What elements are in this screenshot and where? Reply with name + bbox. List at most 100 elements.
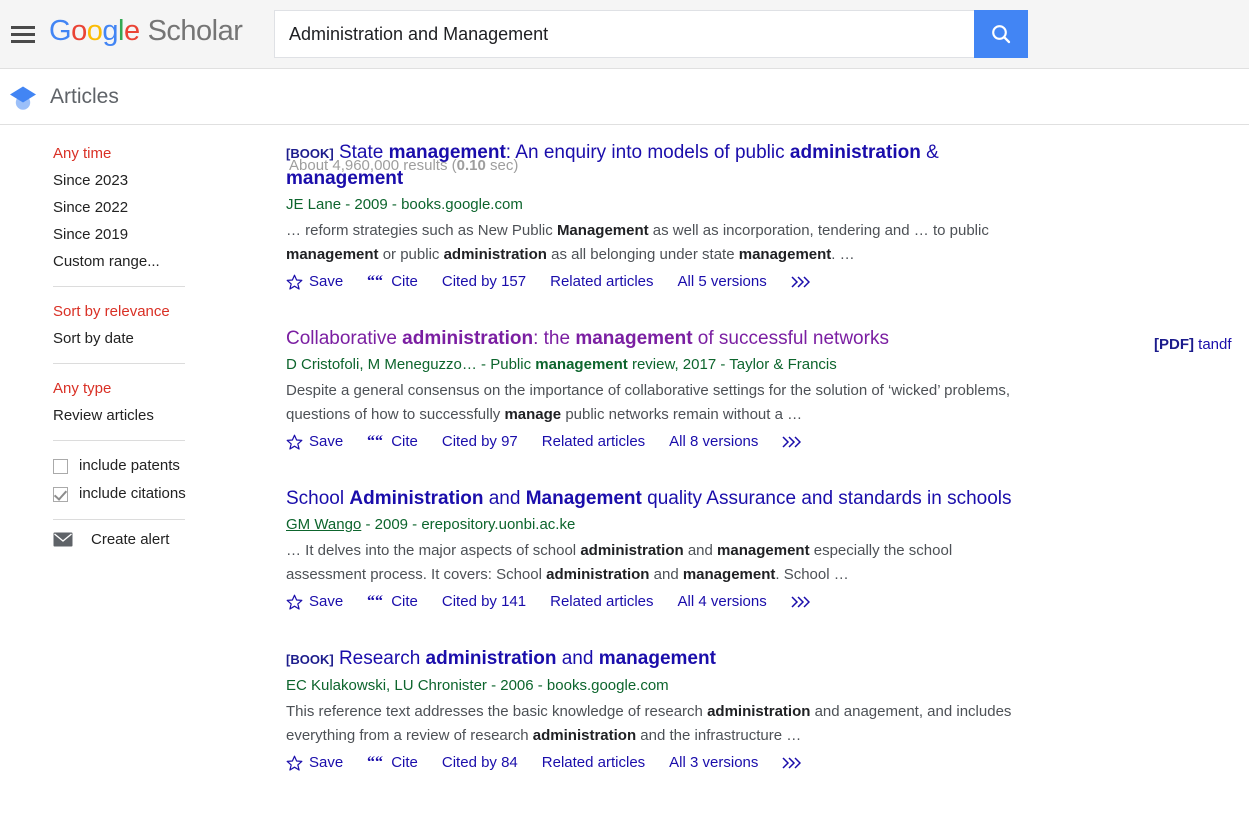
cite-link[interactable]: ““Cite bbox=[367, 272, 418, 292]
google-scholar-logo[interactable]: GoogleScholar bbox=[49, 16, 242, 46]
result-snippet: … reform strategies such as New Public M… bbox=[286, 219, 1031, 267]
star-icon bbox=[286, 755, 303, 772]
checkbox-row-1[interactable]: include citations bbox=[0, 480, 270, 508]
result-title-link[interactable]: School Administration and Management qua… bbox=[286, 486, 1031, 511]
logo-letter-e: e bbox=[124, 15, 140, 47]
time-filter-group: Any timeSince 2023Since 2022Since 2019Cu… bbox=[0, 140, 270, 275]
save-link[interactable]: Save bbox=[286, 272, 343, 292]
more-actions-icon[interactable] bbox=[791, 595, 810, 609]
cited-by-link[interactable]: Cited by 84 bbox=[442, 753, 518, 773]
logo-letter-g2: g bbox=[102, 15, 118, 47]
sidebar-divider bbox=[53, 519, 185, 520]
svg-text:““: ““ bbox=[367, 594, 383, 610]
search-results-list: [BOOK] State management: An enquiry into… bbox=[286, 140, 1031, 807]
checkbox-row-0[interactable]: include patents bbox=[0, 452, 270, 480]
time-filter-2[interactable]: Since 2022 bbox=[53, 194, 270, 221]
result-title-link[interactable]: [BOOK] State management: An enquiry into… bbox=[286, 140, 1031, 191]
search-button[interactable] bbox=[974, 10, 1028, 58]
sort-filter-1[interactable]: Sort by date bbox=[53, 325, 270, 352]
search-icon bbox=[989, 22, 1013, 46]
type-filter-0[interactable]: Any type bbox=[53, 375, 270, 402]
hamburger-bar bbox=[11, 40, 35, 43]
result-actions: Save ““Cite Cited by 84 Related articles All… bbox=[286, 753, 1031, 773]
tab-articles-label: Articles bbox=[50, 83, 119, 111]
logo-letter-g: G bbox=[49, 15, 71, 47]
more-actions-icon[interactable] bbox=[782, 435, 801, 449]
search-result-0: [BOOK] State management: An enquiry into… bbox=[286, 140, 1031, 292]
checkbox-label: include patents bbox=[79, 452, 180, 480]
save-link[interactable]: Save bbox=[286, 432, 343, 452]
related-articles-link[interactable]: Related articles bbox=[542, 432, 645, 452]
result-title-link[interactable]: Collaborative administration: the manage… bbox=[286, 326, 1031, 351]
quote-icon: ““ bbox=[367, 755, 385, 771]
cite-link[interactable]: ““Cite bbox=[367, 753, 418, 773]
result-snippet: This reference text addresses the basic … bbox=[286, 700, 1031, 748]
result-authors-source: JE Lane - 2009 - books.google.com bbox=[286, 194, 1031, 215]
time-filter-3[interactable]: Since 2019 bbox=[53, 221, 270, 248]
star-icon bbox=[286, 274, 303, 291]
sort-filter-group: Sort by relevanceSort by date bbox=[0, 298, 270, 352]
all-versions-link[interactable]: All 5 versions bbox=[678, 272, 767, 292]
result-authors-source: GM Wango - 2009 - erepository.uonbi.ac.k… bbox=[286, 514, 1031, 535]
more-actions-icon[interactable] bbox=[782, 756, 801, 770]
search-input[interactable] bbox=[274, 10, 974, 58]
result-authors-source: EC Kulakowski, LU Chronister - 2006 - bo… bbox=[286, 675, 1031, 696]
page-header: GoogleScholar bbox=[0, 0, 1249, 69]
type-filter-1[interactable]: Review articles bbox=[53, 402, 270, 429]
envelope-icon bbox=[53, 532, 73, 547]
filters-sidebar: Any timeSince 2023Since 2022Since 2019Cu… bbox=[0, 140, 270, 548]
create-alert-button[interactable]: Create alert bbox=[0, 531, 270, 548]
tab-articles[interactable]: Articles bbox=[8, 83, 119, 111]
svg-text:““: ““ bbox=[367, 434, 383, 450]
logo-scholar-word: Scholar bbox=[148, 15, 243, 47]
sidebar-divider bbox=[53, 286, 185, 287]
result-authors-source: D Cristofoli, M Meneguzzo… - Public mana… bbox=[286, 354, 1031, 375]
save-link[interactable]: Save bbox=[286, 592, 343, 612]
cited-by-link[interactable]: Cited by 97 bbox=[442, 432, 518, 452]
related-articles-link[interactable]: Related articles bbox=[542, 753, 645, 773]
related-articles-link[interactable]: Related articles bbox=[550, 592, 653, 612]
checkbox-checked-icon[interactable] bbox=[53, 487, 68, 502]
pdf-label: [PDF] bbox=[1154, 336, 1194, 353]
hamburger-bar bbox=[11, 33, 35, 36]
search-result-3: [BOOK] Research administration and manag… bbox=[286, 646, 1031, 773]
result-snippet: Despite a general consensus on the impor… bbox=[286, 379, 1031, 427]
checkbox-unchecked-icon[interactable] bbox=[53, 459, 68, 474]
svg-text:““: ““ bbox=[367, 755, 383, 771]
cited-by-link[interactable]: Cited by 141 bbox=[442, 592, 526, 612]
more-actions-icon[interactable] bbox=[791, 275, 810, 289]
cite-link[interactable]: ““Cite bbox=[367, 432, 418, 452]
cited-by-link[interactable]: Cited by 157 bbox=[442, 272, 526, 292]
result-actions: Save ““Cite Cited by 97 Related articles All… bbox=[286, 432, 1031, 452]
quote-icon: ““ bbox=[367, 434, 385, 450]
pdf-source-link[interactable]: [PDF] tandf bbox=[1154, 336, 1232, 353]
time-filter-4[interactable]: Custom range... bbox=[53, 248, 270, 275]
all-versions-link[interactable]: All 8 versions bbox=[669, 432, 758, 452]
all-versions-link[interactable]: All 4 versions bbox=[678, 592, 767, 612]
save-link[interactable]: Save bbox=[286, 753, 343, 773]
results-subheader: Articles About 4,960,000 results (0.10 s… bbox=[0, 69, 1249, 125]
result-snippet: … It delves into the major aspects of sc… bbox=[286, 539, 1031, 587]
logo-letter-o: o bbox=[71, 15, 87, 47]
related-articles-link[interactable]: Related articles bbox=[550, 272, 653, 292]
create-alert-label: Create alert bbox=[91, 531, 169, 548]
sidebar-divider bbox=[53, 440, 185, 441]
search-result-1: Collaborative administration: the manage… bbox=[286, 326, 1031, 452]
search-result-2: School Administration and Management qua… bbox=[286, 486, 1031, 612]
hamburger-menu-icon[interactable] bbox=[6, 18, 40, 48]
svg-text:““: ““ bbox=[367, 274, 383, 290]
time-filter-0[interactable]: Any time bbox=[53, 140, 270, 167]
result-actions: Save ““Cite Cited by 157 Related articles Al… bbox=[286, 272, 1031, 292]
logo-letter-o2: o bbox=[87, 15, 103, 47]
result-title-link[interactable]: [BOOK] Research administration and manag… bbox=[286, 646, 1031, 672]
cite-link[interactable]: ““Cite bbox=[367, 592, 418, 612]
type-filter-group: Any typeReview articles bbox=[0, 375, 270, 429]
sort-filter-0[interactable]: Sort by relevance bbox=[53, 298, 270, 325]
quote-icon: ““ bbox=[367, 594, 385, 610]
time-filter-1[interactable]: Since 2023 bbox=[53, 167, 270, 194]
scholar-diamond-icon bbox=[8, 83, 38, 111]
quote-icon: ““ bbox=[367, 274, 385, 290]
all-versions-link[interactable]: All 3 versions bbox=[669, 753, 758, 773]
result-type-tag: [BOOK] bbox=[286, 652, 334, 667]
checkbox-label: include citations bbox=[79, 480, 186, 508]
